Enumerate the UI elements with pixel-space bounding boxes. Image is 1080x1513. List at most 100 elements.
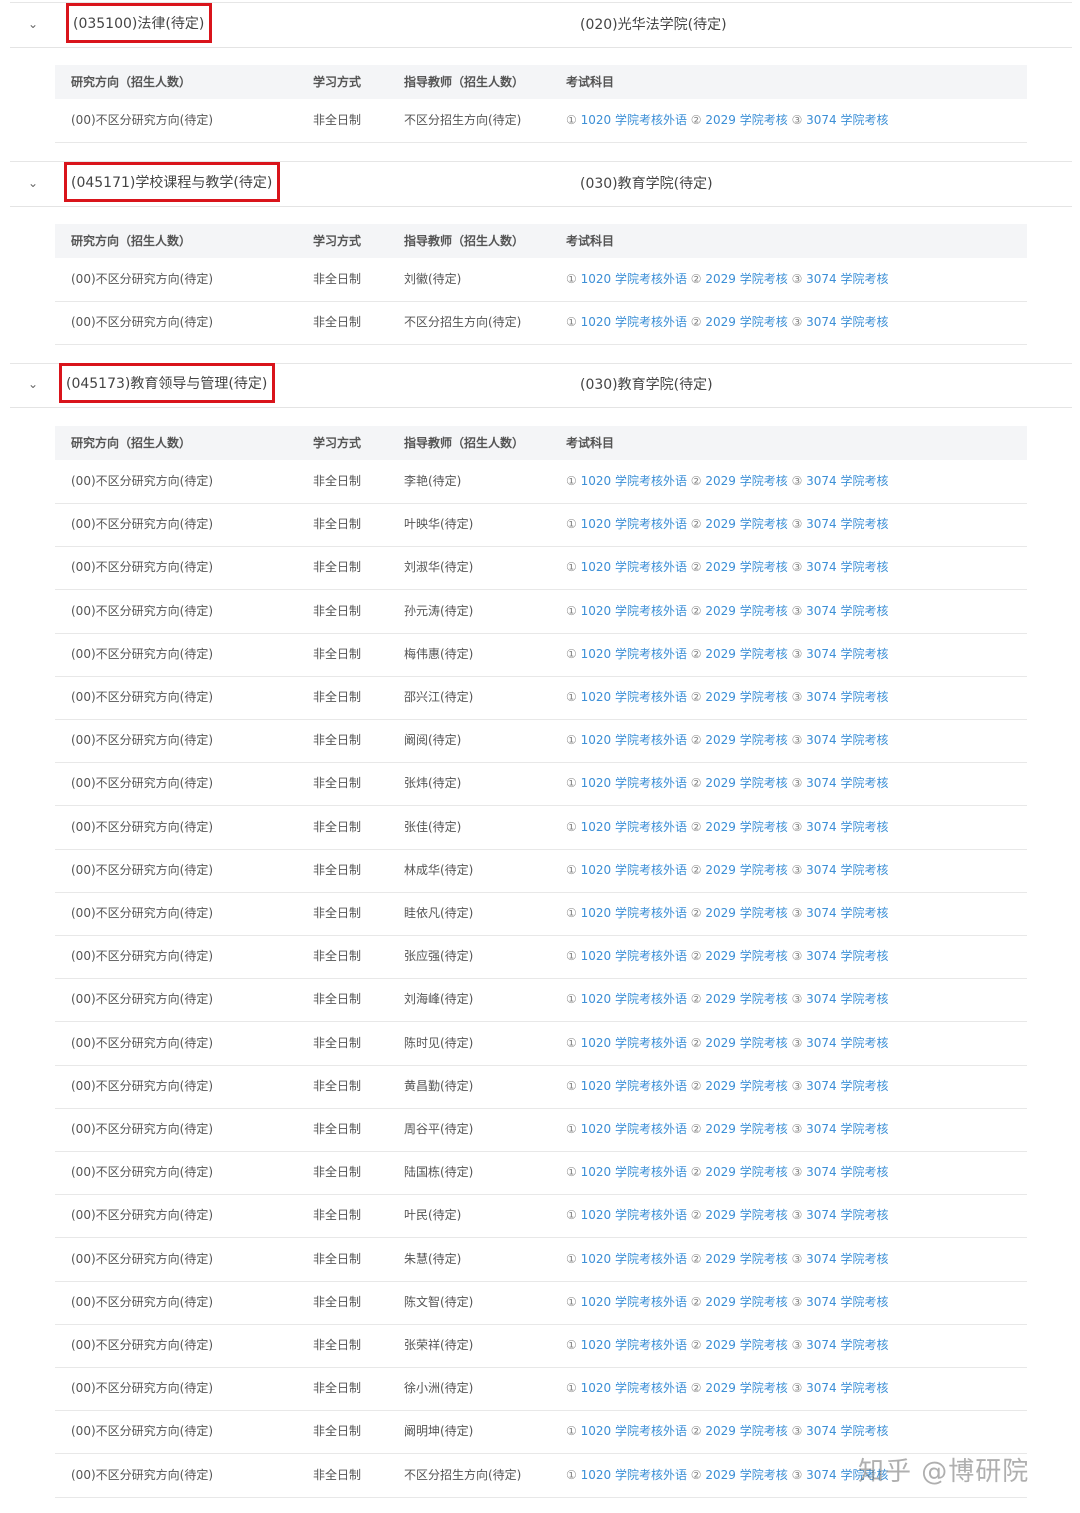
exam-subject-link[interactable]: 2029 学院考核 <box>705 1122 787 1136</box>
exam-subject-link[interactable]: 3074 学院考核 <box>806 690 888 704</box>
exam-subject-link[interactable]: 1020 学院考核外语 <box>581 992 687 1006</box>
exam-subject-link[interactable]: 2029 学院考核 <box>705 315 787 329</box>
exam-subject-link[interactable]: 2029 学院考核 <box>705 906 787 920</box>
exam-subject-link[interactable]: 1020 学院考核外语 <box>581 604 687 618</box>
exam-subject-link[interactable]: 3074 学院考核 <box>806 1381 888 1395</box>
exam-subject-link[interactable]: 2029 学院考核 <box>705 1036 787 1050</box>
exam-subject-link[interactable]: 2029 学院考核 <box>705 1252 787 1266</box>
exam-subject-link[interactable]: 3074 学院考核 <box>806 1252 888 1266</box>
exam-subject-link[interactable]: 3074 学院考核 <box>806 272 888 286</box>
exam-subject-link[interactable]: 1020 学院考核外语 <box>581 1165 687 1179</box>
chevron-down-icon[interactable]: ⌄ <box>26 15 40 33</box>
exam-subject-link[interactable]: 1020 学院考核外语 <box>581 113 687 127</box>
exam-subject-link[interactable]: 3074 学院考核 <box>806 113 888 127</box>
advisor-cell: 陆国栋(待定) <box>404 1165 474 1180</box>
exam-subject-link[interactable]: 2029 学院考核 <box>705 272 787 286</box>
exam-subject-link[interactable]: 1020 学院考核外语 <box>581 733 687 747</box>
chevron-down-icon[interactable]: ⌄ <box>26 375 40 393</box>
exam-subject-link[interactable]: 3074 学院考核 <box>806 1122 888 1136</box>
exam-subject-link[interactable]: 2029 学院考核 <box>705 690 787 704</box>
exam-subject-link[interactable]: 1020 学院考核外语 <box>581 1295 687 1309</box>
exam-subject-link[interactable]: 3074 学院考核 <box>806 315 888 329</box>
exam-subject-link[interactable]: 2029 学院考核 <box>705 1165 787 1179</box>
exam-subject-link[interactable]: 1020 学院考核外语 <box>581 1468 687 1482</box>
exam-subject-link[interactable]: 3074 学院考核 <box>806 992 888 1006</box>
exam-subject-link[interactable]: 2029 学院考核 <box>705 604 787 618</box>
exam-cell: ① 1020 学院考核外语 ② 2029 学院考核 ③ 3074 学院考核 <box>566 1151 889 1193</box>
exam-subject-link[interactable]: 2029 学院考核 <box>705 474 787 488</box>
exam-index: ② <box>690 1467 702 1482</box>
exam-subject-link[interactable]: 1020 学院考核外语 <box>581 1381 687 1395</box>
exam-subject-link[interactable]: 3074 学院考核 <box>806 906 888 920</box>
exam-subject-link[interactable]: 1020 学院考核外语 <box>581 776 687 790</box>
direction-cell: (00)不区分研究方向(待定) <box>71 560 213 575</box>
exam-subject-link[interactable]: 1020 学院考核外语 <box>581 1079 687 1093</box>
exam-subject-link[interactable]: 3074 学院考核 <box>806 1424 888 1438</box>
exam-subject-link[interactable]: 1020 学院考核外语 <box>581 272 687 286</box>
major-header[interactable]: ⌄ (045171)学校课程与教学(待定) (030)教育学院(待定) <box>10 162 1072 207</box>
exam-subject-link[interactable]: 3074 学院考核 <box>806 1338 888 1352</box>
exam-subject-link[interactable]: 2029 学院考核 <box>705 113 787 127</box>
exam-subject-link[interactable]: 1020 学院考核外语 <box>581 474 687 488</box>
exam-subject-link[interactable]: 1020 学院考核外语 <box>581 690 687 704</box>
exam-subject-link[interactable]: 1020 学院考核外语 <box>581 1338 687 1352</box>
exam-subject-link[interactable]: 1020 学院考核外语 <box>581 560 687 574</box>
exam-subject-link[interactable]: 2029 学院考核 <box>705 863 787 877</box>
exam-subject-link[interactable]: 1020 学院考核外语 <box>581 315 687 329</box>
major-header[interactable]: ⌄ (045173)教育领导与管理(待定) (030)教育学院(待定) <box>10 363 1072 408</box>
exam-subject-link[interactable]: 2029 学院考核 <box>705 1381 787 1395</box>
mode-cell: 非全日制 <box>313 474 362 488</box>
exam-subject-link[interactable]: 1020 学院考核外语 <box>581 906 687 920</box>
exam-subject-link[interactable]: 2029 学院考核 <box>705 1338 787 1352</box>
exam-subject-link[interactable]: 2029 学院考核 <box>705 1208 787 1222</box>
exam-subject-link[interactable]: 1020 学院考核外语 <box>581 1424 687 1438</box>
exam-subject-link[interactable]: 2029 学院考核 <box>705 992 787 1006</box>
table-row: (00)不区分研究方向(待定) 非全日制 叶民(待定) ① 1020 学院考核外语 ②… <box>55 1194 1027 1239</box>
table-header: 研究方向（招生人数） 学习方式 指导教师（招生人数） 考试科目 <box>55 426 1027 460</box>
exam-subject-link[interactable]: 3074 学院考核 <box>806 604 888 618</box>
exam-subject-link[interactable]: 2029 学院考核 <box>705 560 787 574</box>
exam-subject-link[interactable]: 3074 学院考核 <box>806 1165 888 1179</box>
exam-subject-link[interactable]: 2029 学院考核 <box>705 1295 787 1309</box>
exam-subject-link[interactable]: 3074 学院考核 <box>806 1208 888 1222</box>
exam-subject-link[interactable]: 3074 学院考核 <box>806 474 888 488</box>
exam-subject-link[interactable]: 3074 学院考核 <box>806 517 888 531</box>
exam-subject-link[interactable]: 1020 学院考核外语 <box>581 1036 687 1050</box>
exam-subject-link[interactable]: 1020 学院考核外语 <box>581 1252 687 1266</box>
chevron-down-icon[interactable]: ⌄ <box>26 174 40 192</box>
direction-cell: (00)不区分研究方向(待定) <box>71 1467 213 1482</box>
exam-subject-link[interactable]: 1020 学院考核外语 <box>581 820 687 834</box>
exam-subject-link[interactable]: 3074 学院考核 <box>806 560 888 574</box>
exam-subject-link[interactable]: 1020 学院考核外语 <box>581 517 687 531</box>
exam-subject-link[interactable]: 3074 学院考核 <box>806 776 888 790</box>
exam-subject-link[interactable]: 1020 学院考核外语 <box>581 647 687 661</box>
exam-subject-link[interactable]: 3074 学院考核 <box>806 863 888 877</box>
exam-subject-link[interactable]: 2029 学院考核 <box>705 1079 787 1093</box>
exam-index: ① <box>566 113 577 127</box>
exam-subject-link[interactable]: 1020 学院考核外语 <box>581 949 687 963</box>
exam-subject-link[interactable]: 3074 学院考核 <box>806 647 888 661</box>
exam-subject-link[interactable]: 2029 学院考核 <box>705 647 787 661</box>
exam-index: ① <box>566 1381 577 1396</box>
exam-subject-link[interactable]: 1020 学院考核外语 <box>581 1122 687 1136</box>
exam-subject-link[interactable]: 3074 学院考核 <box>806 1036 888 1050</box>
exam-subject-link[interactable]: 1020 学院考核外语 <box>581 1208 687 1222</box>
exam-subject-link[interactable]: 3074 学院考核 <box>806 1079 888 1093</box>
exam-subject-link[interactable]: 2029 学院考核 <box>705 949 787 963</box>
exam-subject-link[interactable]: 3074 学院考核 <box>806 1295 888 1309</box>
exam-subject-link[interactable]: 2029 学院考核 <box>705 733 787 747</box>
exam-subject-link[interactable]: 3074 学院考核 <box>806 733 888 747</box>
exam-subject-link[interactable]: 2029 学院考核 <box>705 1424 787 1438</box>
major-header[interactable]: ⌄ (035100)法律(待定) (020)光华法学院(待定) <box>10 3 1072 48</box>
exam-subject-link[interactable]: 2029 学院考核 <box>705 776 787 790</box>
exam-subject-link[interactable]: 2029 学院考核 <box>705 517 787 531</box>
advisor-cell: 不区分招生方向(待定) <box>404 1467 522 1482</box>
exam-subject-link[interactable]: 1020 学院考核外语 <box>581 863 687 877</box>
exam-subject-link[interactable]: 2029 学院考核 <box>705 820 787 834</box>
exam-subject-link[interactable]: 2029 学院考核 <box>705 1468 787 1482</box>
direction-cell: (00)不区分研究方向(待定) <box>71 272 213 286</box>
exam-cell: ① 1020 学院考核外语 ② 2029 学院考核 ③ 3074 学院考核 <box>566 546 889 588</box>
exam-subject-link[interactable]: 3074 学院考核 <box>806 820 888 834</box>
exam-cell: ① 1020 学院考核外语 ② 2029 学院考核 ③ 3074 学院考核 <box>566 1281 889 1323</box>
exam-subject-link[interactable]: 3074 学院考核 <box>806 949 888 963</box>
